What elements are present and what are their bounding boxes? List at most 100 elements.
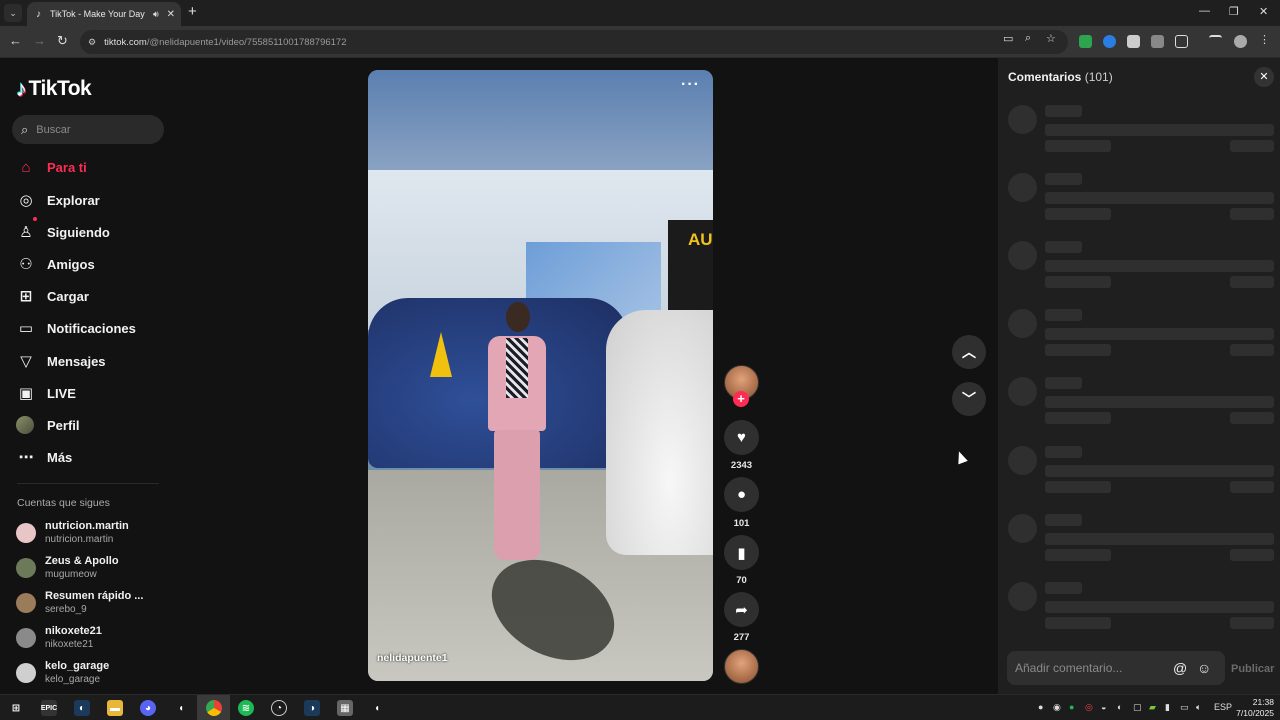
sidebar-item-cargar[interactable]: ⊞ Cargar [16,284,89,308]
avatar [16,593,36,613]
sidebar-item-mas[interactable]: ⋯ Más [16,445,73,469]
epic-games-icon[interactable]: EPIC [41,700,57,716]
comment-skeleton [998,105,1280,165]
browser-tab[interactable]: ♪ TikTok - Make Your Day 🔊︎ ✕ [27,2,181,26]
emoji-icon[interactable]: ☺ [1197,660,1211,676]
profile-avatar-icon[interactable] [1234,35,1247,48]
extension-blue-icon[interactable] [1103,35,1116,48]
search-placeholder: Buscar [36,123,71,136]
comment-input[interactable]: Añadir comentario... @ ☺ [1007,651,1225,685]
sidebar-item-label: Cargar [47,288,89,304]
app-icon[interactable]: ◖ [369,700,385,716]
obs-icon[interactable]: ◔ [271,700,287,716]
tab-close-icon[interactable]: ✕ [167,9,175,20]
back-icon[interactable]: ← [9,34,22,48]
windows-start-icon[interactable]: ⊞ [8,700,24,716]
steam-icon[interactable]: ◑ [304,700,320,716]
tiktok-logo[interactable]: ♪ TikTok [16,76,92,102]
tiktok-page: ♪ TikTok ⌕ Buscar ⌂ Para ti ◎ Explorar ♙… [0,58,1280,694]
file-explorer-icon[interactable]: ▬ [107,700,123,716]
following-account[interactable]: Zeus & Apollo mugumeow [16,555,119,581]
video-frame-cone [430,332,452,377]
site-info-icon[interactable]: ⚙ [88,37,96,48]
app-icon[interactable]: ◖ [173,700,189,716]
send-icon: ▽ [20,353,32,370]
extension-shield-icon[interactable] [1079,35,1092,48]
speaker-icon[interactable]: 🔊︎ [153,9,159,20]
steam-tray-icon[interactable]: ◐ [1117,702,1122,712]
share-count: 277 [733,632,750,643]
close-comments-icon[interactable]: ✕ [1254,67,1274,87]
cast-icon[interactable]: ▭ [1003,32,1013,45]
microphone-icon[interactable]: ▮ [1165,702,1170,713]
app-window-icon[interactable]: ▦ [337,700,353,716]
sidebar-item-amigos[interactable]: ⚇ Amigos [16,252,94,276]
avatar [16,663,36,683]
sidebar-item-siguiendo[interactable]: ♙ Siguiendo [16,217,110,244]
following-account[interactable]: nikoxete21 nikoxete21 [16,625,102,651]
extension-gray-shield-icon[interactable] [1127,35,1140,48]
sidebar-item-perfil[interactable]: Perfil [16,413,80,437]
extension-gray-icon[interactable] [1151,35,1164,48]
tray-icon[interactable]: ◉ [1053,702,1061,713]
compass-icon: ◎ [19,192,33,209]
sidebar-item-para-ti[interactable]: ⌂ Para ti [16,155,86,179]
tab-search-button[interactable]: ⌄ [4,4,22,22]
share-button[interactable]: ➦ [724,592,759,627]
taskbar-clock[interactable]: 21:38 7/10/2025 [1234,697,1274,719]
mention-icon[interactable]: @ [1173,660,1187,676]
music-disc-avatar[interactable] [724,649,759,684]
spotify-tray-icon[interactable]: ● [1069,702,1074,712]
following-account[interactable]: Resumen rápido ... serebo_9 [16,590,143,616]
sidebar: ♪ TikTok ⌕ Buscar ⌂ Para ti ◎ Explorar ♙… [0,58,176,694]
comment-input-placeholder: Añadir comentario... [1015,661,1123,675]
comment-button[interactable]: ● [724,477,759,512]
steam-icon[interactable]: ◐ [74,700,90,716]
window-close-icon[interactable]: ✕ [1259,5,1268,18]
video-player[interactable]: AU ··· nelidapuente1 [368,70,713,681]
volume-icon[interactable]: 🔈︎ [1196,702,1201,713]
tab-title: TikTok - Make Your Day [50,9,145,19]
discord-icon[interactable]: ◕ [140,700,156,716]
save-button[interactable]: ▮ [724,535,759,570]
address-bar[interactable]: ⚙ tiktok.com /@nelidapuente1/video/75585… [80,30,1068,54]
media-control-icon[interactable] [1209,35,1222,48]
tray-icon[interactable]: ◎ [1085,702,1093,713]
tray-icon[interactable]: ◒ [1101,702,1106,712]
sidebar-item-mensajes[interactable]: ▽ Mensajes [16,349,106,373]
sidebar-item-live[interactable]: ▣ LIVE [16,381,76,405]
sidebar-item-notificaciones[interactable]: ▭ Notificaciones [16,316,136,340]
tray-icon[interactable]: ▢ [1133,702,1142,713]
bookmark-star-icon[interactable]: ☆ [1046,32,1056,45]
network-icon[interactable]: ▭ [1180,702,1189,713]
zoom-icon[interactable]: ⌕ [1025,32,1031,45]
previous-video-button[interactable]: ︿ [952,335,986,369]
search-input[interactable]: ⌕ Buscar [12,115,164,144]
language-indicator[interactable]: ESP [1214,702,1232,712]
spotify-icon[interactable]: ≋ [238,700,254,716]
discord-tray-icon[interactable]: ● [1038,702,1043,712]
forward-icon[interactable]: → [33,34,46,48]
video-username[interactable]: nelidapuente1 [377,652,448,664]
video-more-options-icon[interactable]: ··· [681,76,700,94]
new-tab-button[interactable]: + [188,4,197,19]
nvidia-tray-icon[interactable]: ▰ [1149,702,1156,713]
sidebar-item-explorar[interactable]: ◎ Explorar [16,188,99,212]
sidebar-item-label: Mensajes [47,353,106,369]
chrome-icon[interactable] [206,700,222,716]
notification-dot [33,217,37,221]
following-account[interactable]: nutricion.martin nutricion.martin [16,520,129,546]
url-path: /@nelidapuente1/video/755851100178879617… [146,36,347,48]
reload-icon[interactable]: ↻ [57,34,68,48]
minimize-icon[interactable]: — [1199,5,1210,17]
post-comment-button[interactable]: Publicar [1231,663,1274,675]
follow-plus-icon[interactable]: + [733,391,749,407]
following-account[interactable]: kelo_garage kelo_garage [16,660,109,686]
next-video-button[interactable]: ﹀ [952,382,986,416]
extensions-puzzle-icon[interactable] [1175,35,1188,48]
chevron-up-icon: ︿ [962,344,976,360]
chrome-menu-icon[interactable]: ⋮ [1259,33,1272,46]
restore-icon[interactable]: ❐ [1229,5,1239,18]
like-button[interactable]: ♥ [724,420,759,455]
sign-text: AU [688,230,713,249]
